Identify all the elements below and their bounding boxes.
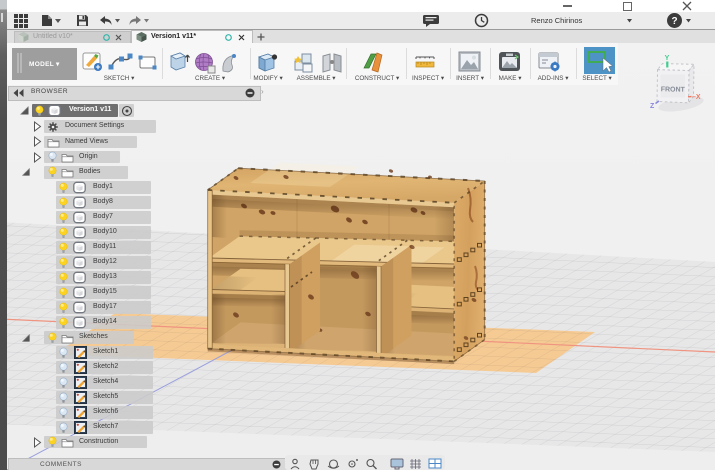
svg-text:FRONT: FRONT (661, 86, 686, 93)
svg-text:?: ? (671, 16, 677, 27)
svg-text:Z: Z (650, 103, 655, 110)
svg-text:–X: –X (692, 94, 701, 101)
svg-text:Y: Y (665, 55, 670, 62)
